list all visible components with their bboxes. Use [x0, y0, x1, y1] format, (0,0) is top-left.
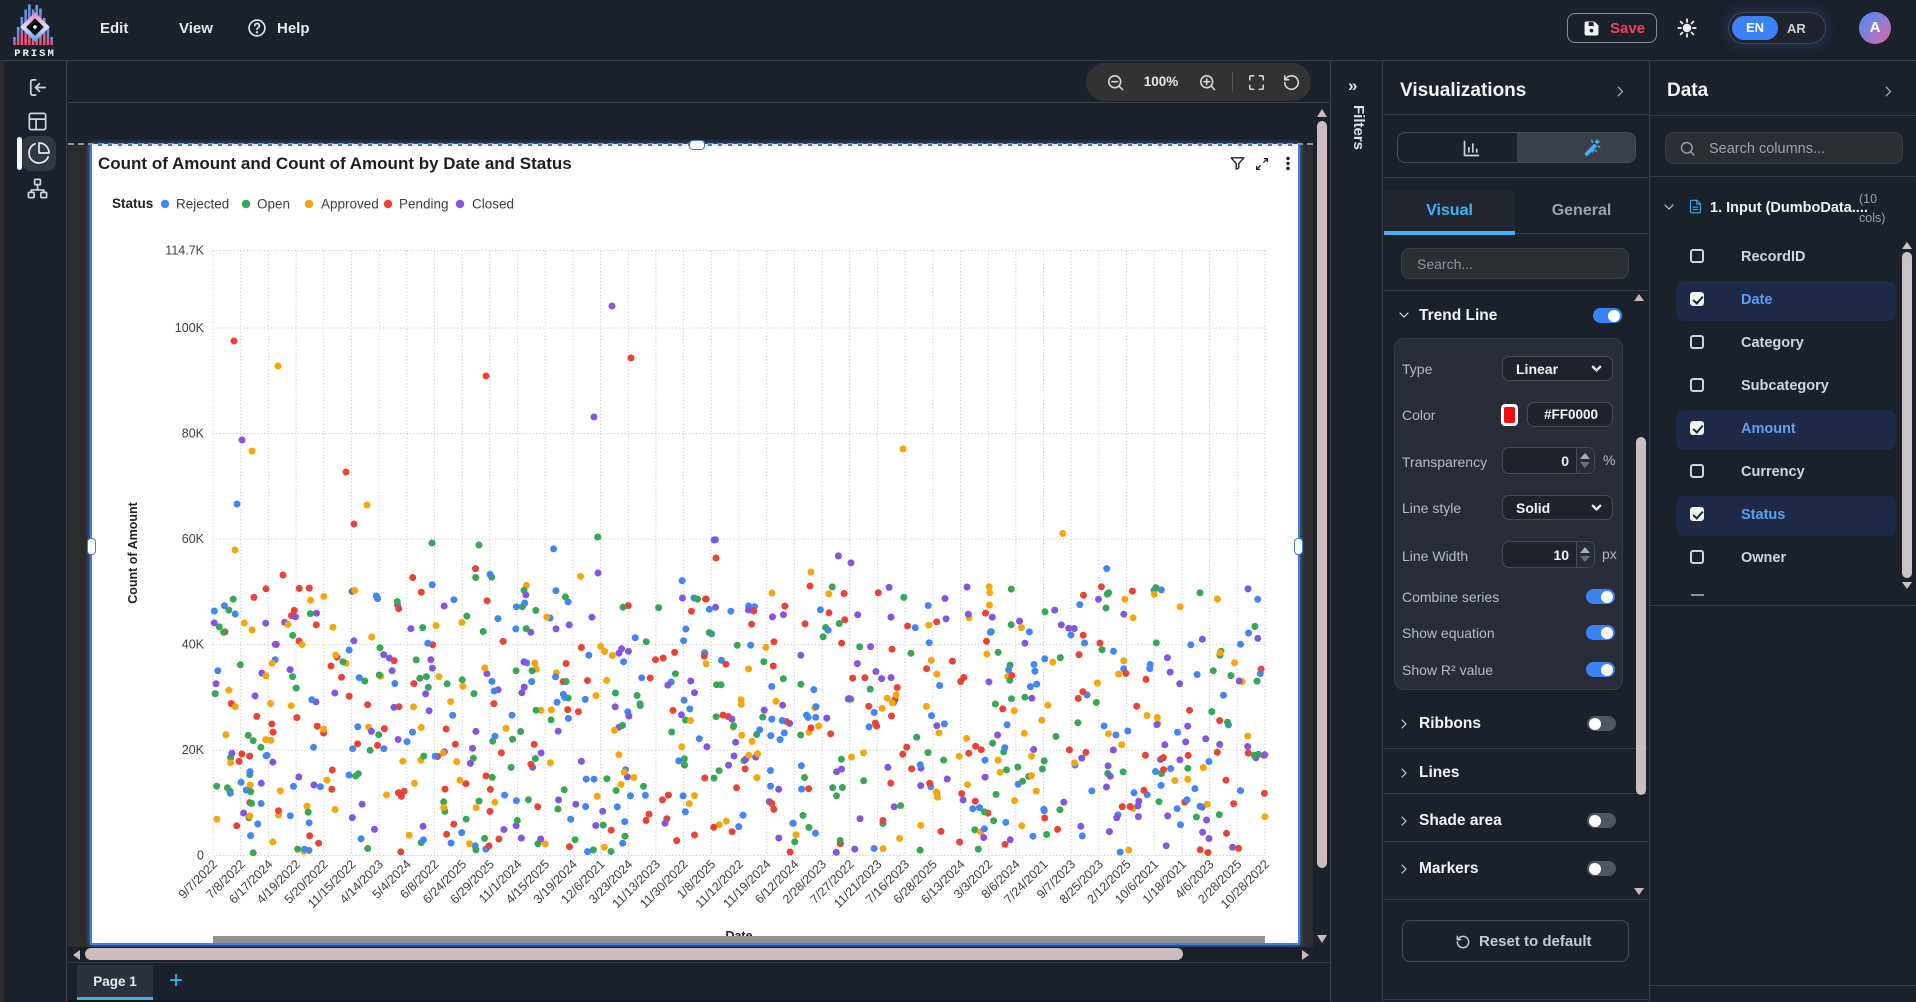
svg-text:PRISM: PRISM — [14, 48, 56, 57]
svg-text:0: 0 — [197, 849, 204, 863]
svg-text:Rejected: Rejected — [176, 197, 229, 212]
svg-text:80K: 80K — [182, 427, 205, 441]
svg-text:Count of Amount and Count of A: Count of Amount and Count of Amount by D… — [98, 154, 572, 173]
svg-text:Approved: Approved — [321, 197, 379, 212]
svg-text:100K: 100K — [175, 321, 205, 335]
svg-text:Count of Amount: Count of Amount — [126, 501, 140, 603]
svg-text:114.7K: 114.7K — [165, 244, 204, 258]
svg-text:Open: Open — [257, 197, 290, 212]
svg-text:Closed: Closed — [472, 197, 514, 212]
svg-text:Pending: Pending — [399, 197, 449, 212]
svg-text:40K: 40K — [182, 638, 205, 652]
svg-text:20K: 20K — [182, 743, 205, 757]
svg-text:Status: Status — [112, 196, 153, 211]
svg-text:60K: 60K — [182, 532, 205, 546]
